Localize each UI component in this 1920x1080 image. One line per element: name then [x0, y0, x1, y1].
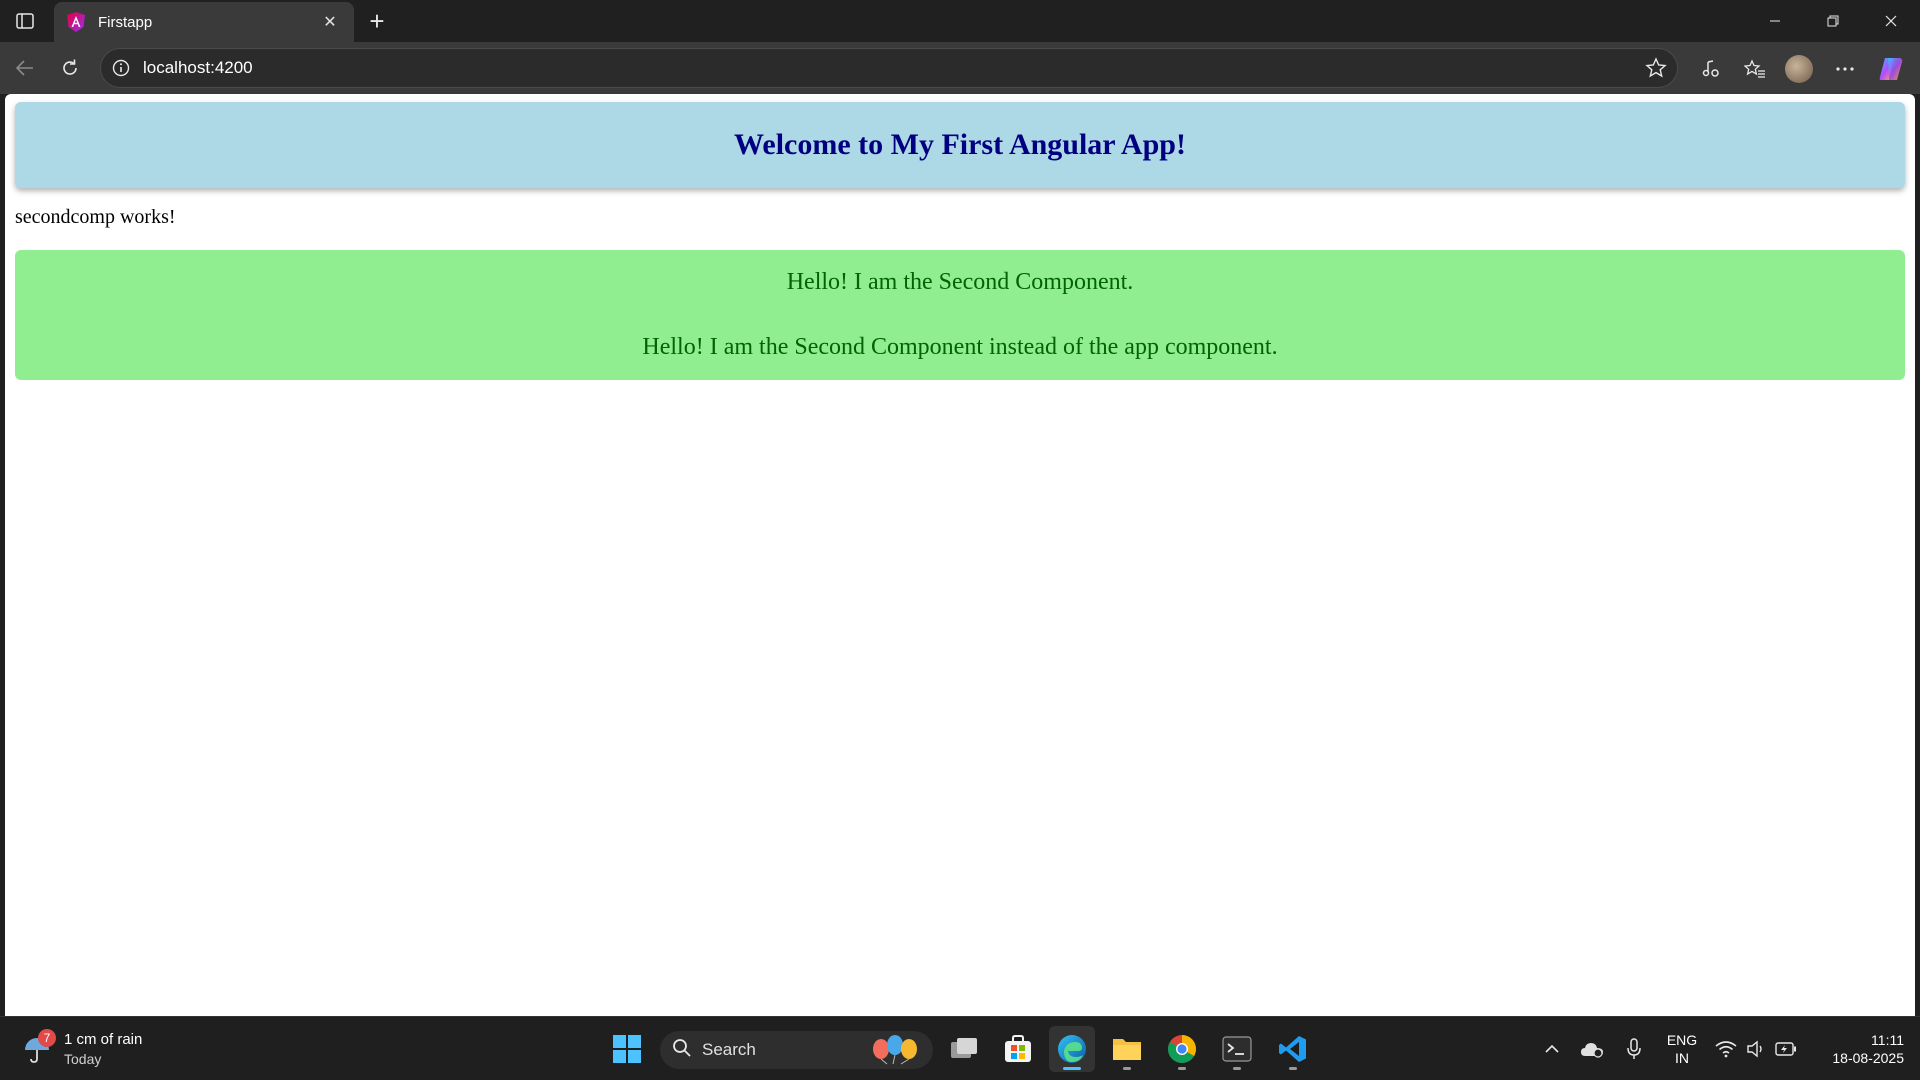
search-label: Search — [702, 1040, 756, 1059]
page-title: Welcome to My First Angular App! — [734, 128, 1186, 161]
lang-line1: ENG — [1666, 1032, 1698, 1048]
lang-line2: IN — [1675, 1050, 1689, 1066]
tab-title: Firstapp — [98, 13, 153, 31]
close-window-icon[interactable] — [1862, 0, 1920, 42]
weather-condition: 1 cm of rain — [64, 1031, 143, 1048]
running-indicator — [1233, 1067, 1241, 1070]
browser-titlebar: Firstapp ✕ + — [0, 0, 1920, 42]
address-bar[interactable]: localhost:4200 — [100, 48, 1678, 88]
message-text-2: Hello! I am the Second Component instead… — [642, 334, 1278, 360]
url-text[interactable]: localhost:4200 — [143, 58, 253, 78]
task-view-button[interactable] — [941, 1026, 987, 1072]
second-component-message: Hello! I am the Second Component. — [15, 250, 1905, 315]
weather-badge: 7 — [38, 1029, 56, 1047]
system-clock[interactable]: 11:11 18-08-2025 — [1812, 1031, 1904, 1067]
site-info-icon[interactable] — [111, 58, 131, 78]
microsoft-store-icon[interactable] — [995, 1026, 1041, 1072]
favorite-star-icon[interactable] — [1645, 57, 1667, 79]
tab-actions-icon[interactable] — [10, 7, 40, 35]
start-button[interactable] — [604, 1026, 650, 1072]
new-tab-button[interactable]: + — [362, 6, 392, 36]
windows-taskbar: 7 1 cm of rain Today Search ENG IN 11:11… — [0, 1016, 1920, 1080]
message-text-1: Hello! I am the Second Component. — [786, 269, 1134, 295]
balloons-icon — [865, 1031, 925, 1070]
read-aloud-icon[interactable] — [1696, 54, 1726, 84]
app-header: Welcome to My First Angular App! — [15, 102, 1905, 188]
file-explorer-icon[interactable] — [1104, 1026, 1150, 1072]
microphone-icon[interactable] — [1622, 1037, 1646, 1061]
running-indicator — [1178, 1067, 1186, 1070]
weather-day: Today — [64, 1051, 102, 1067]
chrome-browser-icon[interactable] — [1159, 1026, 1205, 1072]
browser-tab[interactable]: Firstapp ✕ — [54, 2, 354, 42]
clock-date: 18-08-2025 — [1832, 1050, 1904, 1066]
minimize-icon[interactable] — [1746, 0, 1804, 42]
vscode-icon[interactable] — [1270, 1026, 1316, 1072]
more-options-icon[interactable] — [1830, 54, 1860, 84]
angular-logo-icon — [66, 12, 86, 32]
copilot-icon[interactable] — [1876, 54, 1906, 84]
profile-avatar[interactable] — [1784, 54, 1814, 84]
restore-icon[interactable] — [1804, 0, 1862, 42]
clock-time: 11:11 — [1871, 1032, 1904, 1048]
input-language[interactable]: ENG IN — [1664, 1031, 1700, 1067]
onedrive-cloud-icon[interactable] — [1580, 1037, 1604, 1061]
edge-browser-icon[interactable] — [1049, 1026, 1095, 1072]
browser-toolbar: localhost:4200 — [0, 42, 1920, 94]
back-arrow-icon[interactable] — [9, 52, 41, 84]
taskbar-search[interactable]: Search — [660, 1031, 933, 1069]
chevron-up-icon[interactable] — [1540, 1037, 1564, 1061]
refresh-icon[interactable] — [54, 52, 86, 84]
running-indicator — [1123, 1067, 1131, 1070]
page-viewport: Welcome to My First Angular App! secondc… — [5, 94, 1915, 1016]
wifi-icon[interactable] — [1714, 1037, 1738, 1061]
weather-widget[interactable]: 7 1 cm of rain Today — [22, 1027, 182, 1071]
tab-close-icon[interactable]: ✕ — [318, 10, 342, 34]
terminal-icon[interactable] — [1214, 1026, 1260, 1072]
battery-icon[interactable] — [1774, 1037, 1798, 1061]
active-indicator — [1063, 1067, 1081, 1070]
secondcomp-works-text: secondcomp works! — [15, 206, 176, 228]
search-icon — [672, 1038, 692, 1063]
running-indicator — [1289, 1067, 1297, 1070]
second-component-message-alt: Hello! I am the Second Component instead… — [15, 315, 1905, 380]
favorites-icon[interactable] — [1740, 54, 1770, 84]
volume-icon[interactable] — [1744, 1037, 1768, 1061]
